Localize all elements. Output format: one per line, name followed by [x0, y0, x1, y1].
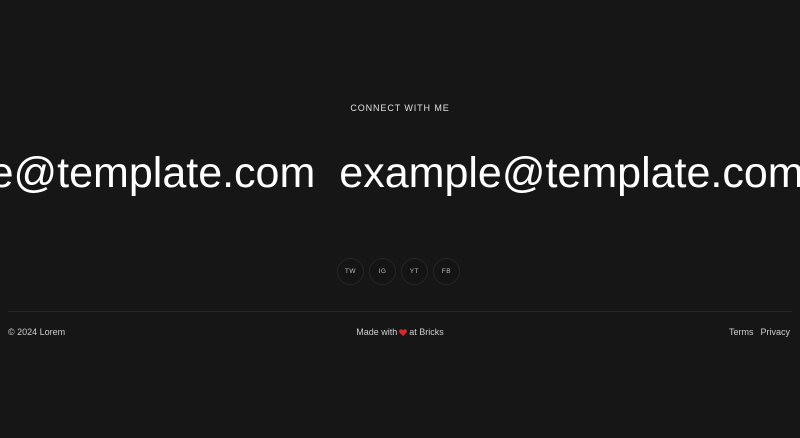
marquee-track: example@template.com example@template.co… — [0, 148, 800, 198]
social-links: TW IG YT FB — [337, 258, 460, 285]
page: CONNECT WITH ME example@template.com exa… — [0, 0, 800, 438]
footer-divider — [8, 311, 792, 312]
made-with-text: Made with at Bricks — [0, 327, 800, 337]
twitter-link[interactable]: TW — [337, 258, 364, 285]
email-marquee: example@template.com example@template.co… — [0, 148, 800, 198]
email-link[interactable]: example@template.com — [0, 148, 315, 198]
facebook-link[interactable]: FB — [433, 258, 460, 285]
email-link[interactable]: example@template.com — [339, 148, 800, 198]
made-with-suffix: at Bricks — [409, 327, 444, 337]
connect-heading: CONNECT WITH ME — [350, 103, 450, 113]
made-with-prefix: Made with — [356, 327, 398, 337]
legal-links: Terms Privacy — [729, 327, 790, 337]
terms-link[interactable]: Terms — [729, 327, 754, 337]
privacy-link[interactable]: Privacy — [760, 327, 790, 337]
footer: © 2024 Lorem Made with at Bricks Terms Pr… — [0, 327, 800, 341]
instagram-link[interactable]: IG — [369, 258, 396, 285]
heart-icon — [399, 329, 408, 336]
youtube-link[interactable]: YT — [401, 258, 428, 285]
